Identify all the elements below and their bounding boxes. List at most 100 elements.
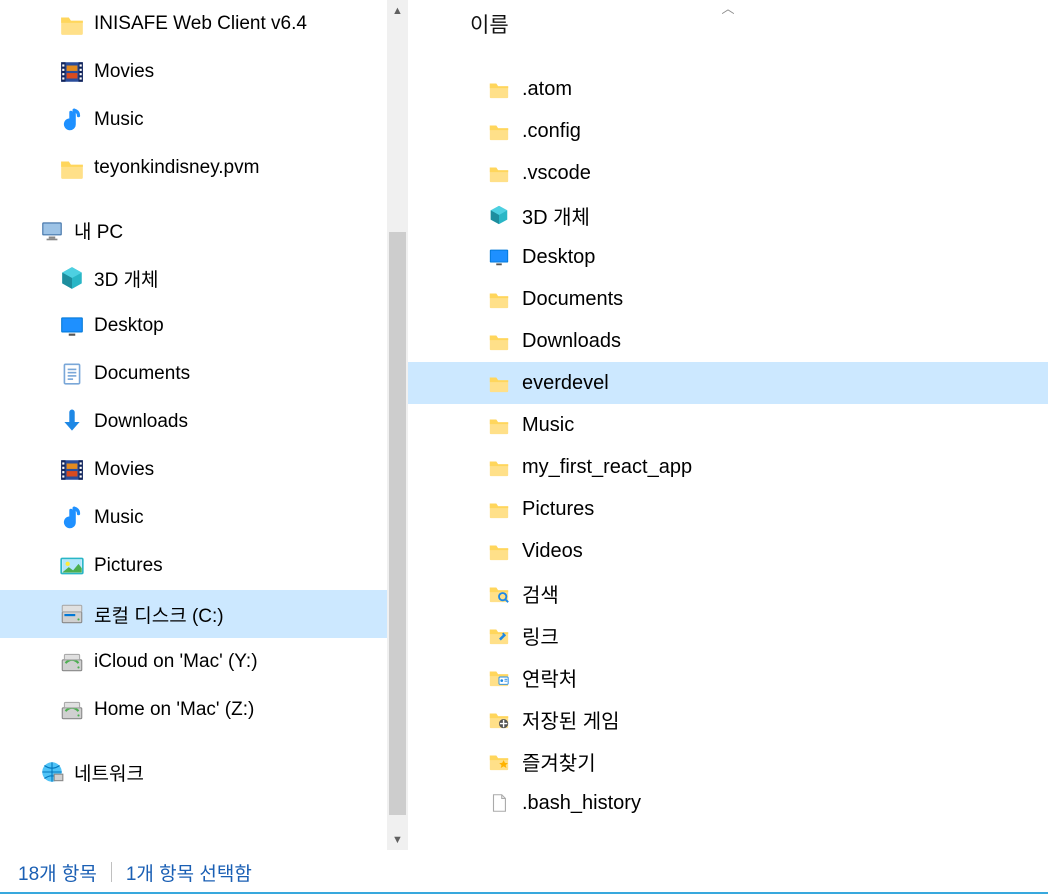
file-item[interactable]: .vscode: [408, 152, 1048, 194]
music-icon: [58, 504, 86, 532]
file-item-label: .vscode: [522, 162, 591, 185]
file-item[interactable]: Downloads: [408, 320, 1048, 362]
file-item[interactable]: 즐겨찾기: [408, 740, 1048, 782]
tree-item-label: Movies: [94, 61, 154, 83]
scroll-down-icon[interactable]: ▼: [387, 829, 408, 850]
tree-item[interactable]: Movies: [0, 48, 408, 96]
tree-item[interactable]: Downloads: [0, 398, 408, 446]
tree-item[interactable]: Home on 'Mac' (Z:): [0, 686, 408, 734]
file-item-label: 연락처: [522, 663, 577, 692]
file-item[interactable]: 링크: [408, 614, 1048, 656]
file-item-label: .atom: [522, 78, 572, 101]
folder-icon: [486, 76, 512, 102]
file-item-label: 검색: [522, 579, 559, 608]
tree-item[interactable]: Music: [0, 494, 408, 542]
tree-item[interactable]: 3D 개체: [0, 254, 408, 302]
file-item[interactable]: 3D 개체: [408, 194, 1048, 236]
tree-item[interactable]: Movies: [0, 446, 408, 494]
folder-icon: [486, 538, 512, 564]
file-item[interactable]: .config: [408, 110, 1048, 152]
music-icon: [58, 106, 86, 134]
file-item[interactable]: Desktop: [408, 236, 1048, 278]
tree-item[interactable]: Pictures: [0, 542, 408, 590]
file-item[interactable]: 연락처: [408, 656, 1048, 698]
status-separator: [111, 862, 112, 882]
file-item[interactable]: Documents: [408, 278, 1048, 320]
folder-icon: [486, 160, 512, 186]
file-item[interactable]: Pictures: [408, 488, 1048, 530]
cube-icon: [58, 264, 86, 292]
tree-item[interactable]: Desktop: [0, 302, 408, 350]
tree-item-label: 3D 개체: [94, 265, 159, 292]
tree-item-label: Pictures: [94, 555, 163, 577]
desktop-icon: [58, 312, 86, 340]
folder-icon: [486, 496, 512, 522]
cube-icon: [486, 202, 512, 228]
folder-icon: [486, 328, 512, 354]
tree-item-label: INISAFE Web Client v6.4: [94, 13, 307, 35]
file-item-label: 저장된 게임: [522, 705, 620, 734]
disk-icon: [58, 600, 86, 628]
tree-item-label: Music: [94, 109, 144, 131]
tree-item-label: iCloud on 'Mac' (Y:): [94, 651, 258, 673]
file-item-label: Desktop: [522, 246, 595, 269]
scroll-up-icon[interactable]: ▲: [387, 0, 408, 21]
tree-item-label: teyonkindisney.pvm: [94, 157, 259, 179]
tree-item-label: Downloads: [94, 411, 188, 433]
folder-icon: [486, 412, 512, 438]
status-bar: 18개 항목 1개 항목 선택함: [0, 850, 1048, 894]
file-item[interactable]: 검색: [408, 572, 1048, 614]
file-item[interactable]: Videos: [408, 530, 1048, 572]
tree-item[interactable]: INISAFE Web Client v6.4: [0, 0, 408, 48]
movies-icon: [58, 58, 86, 86]
links-icon: [486, 622, 512, 648]
folder-icon: [486, 370, 512, 396]
file-item-label: 3D 개체: [522, 201, 590, 230]
folder-icon: [58, 10, 86, 38]
downloads-icon: [58, 408, 86, 436]
tree-item-label: 로컬 디스크 (C:): [94, 601, 224, 628]
netdisk-icon: [58, 648, 86, 676]
folder-icon: [486, 454, 512, 480]
file-item[interactable]: everdevel: [408, 362, 1048, 404]
file-item[interactable]: my_first_react_app: [408, 446, 1048, 488]
file-item[interactable]: .bash_history: [408, 782, 1048, 824]
file-item-label: Downloads: [522, 330, 621, 353]
movies-icon: [58, 456, 86, 484]
network-icon: [38, 758, 66, 786]
folder-icon: [486, 118, 512, 144]
file-item-label: Videos: [522, 540, 583, 563]
file-item[interactable]: 저장된 게임: [408, 698, 1048, 740]
tree-item[interactable]: 로컬 디스크 (C:): [0, 590, 408, 638]
status-selection-count: 1개 항목 선택함: [126, 859, 252, 886]
file-item-label: 링크: [522, 621, 559, 650]
navigation-tree: INISAFE Web Client v6.4 Movies Music teyonk…: [0, 0, 408, 850]
tree-item-label: Music: [94, 507, 144, 529]
favorites-icon: [486, 748, 512, 774]
search-icon: [486, 580, 512, 606]
tree-item[interactable]: teyonkindisney.pvm: [0, 144, 408, 192]
tree-item-label: 내 PC: [74, 217, 123, 244]
column-header-label: 이름: [470, 9, 509, 39]
tree-scrollbar[interactable]: ▲ ▼: [387, 0, 408, 850]
file-item-label: Music: [522, 414, 574, 437]
file-item-label: everdevel: [522, 372, 609, 395]
file-item-label: .config: [522, 120, 581, 143]
file-item[interactable]: .atom: [408, 68, 1048, 110]
file-item[interactable]: Music: [408, 404, 1048, 446]
tree-item-label: Movies: [94, 459, 154, 481]
tree-item[interactable]: Documents: [0, 350, 408, 398]
scroll-thumb[interactable]: [389, 232, 406, 815]
pictures-icon: [58, 552, 86, 580]
tree-item-label: Documents: [94, 363, 190, 385]
tree-item[interactable]: Music: [0, 96, 408, 144]
tree-item[interactable]: 네트워크: [0, 748, 408, 796]
tree-item[interactable]: iCloud on 'Mac' (Y:): [0, 638, 408, 686]
file-item-label: 즐겨찾기: [522, 747, 596, 776]
tree-item-label: Desktop: [94, 315, 164, 337]
tree-item[interactable]: 내 PC: [0, 206, 408, 254]
file-item-label: Documents: [522, 288, 623, 311]
file-item-label: Pictures: [522, 498, 594, 521]
desktop-icon: [486, 244, 512, 270]
pc-icon: [38, 216, 66, 244]
